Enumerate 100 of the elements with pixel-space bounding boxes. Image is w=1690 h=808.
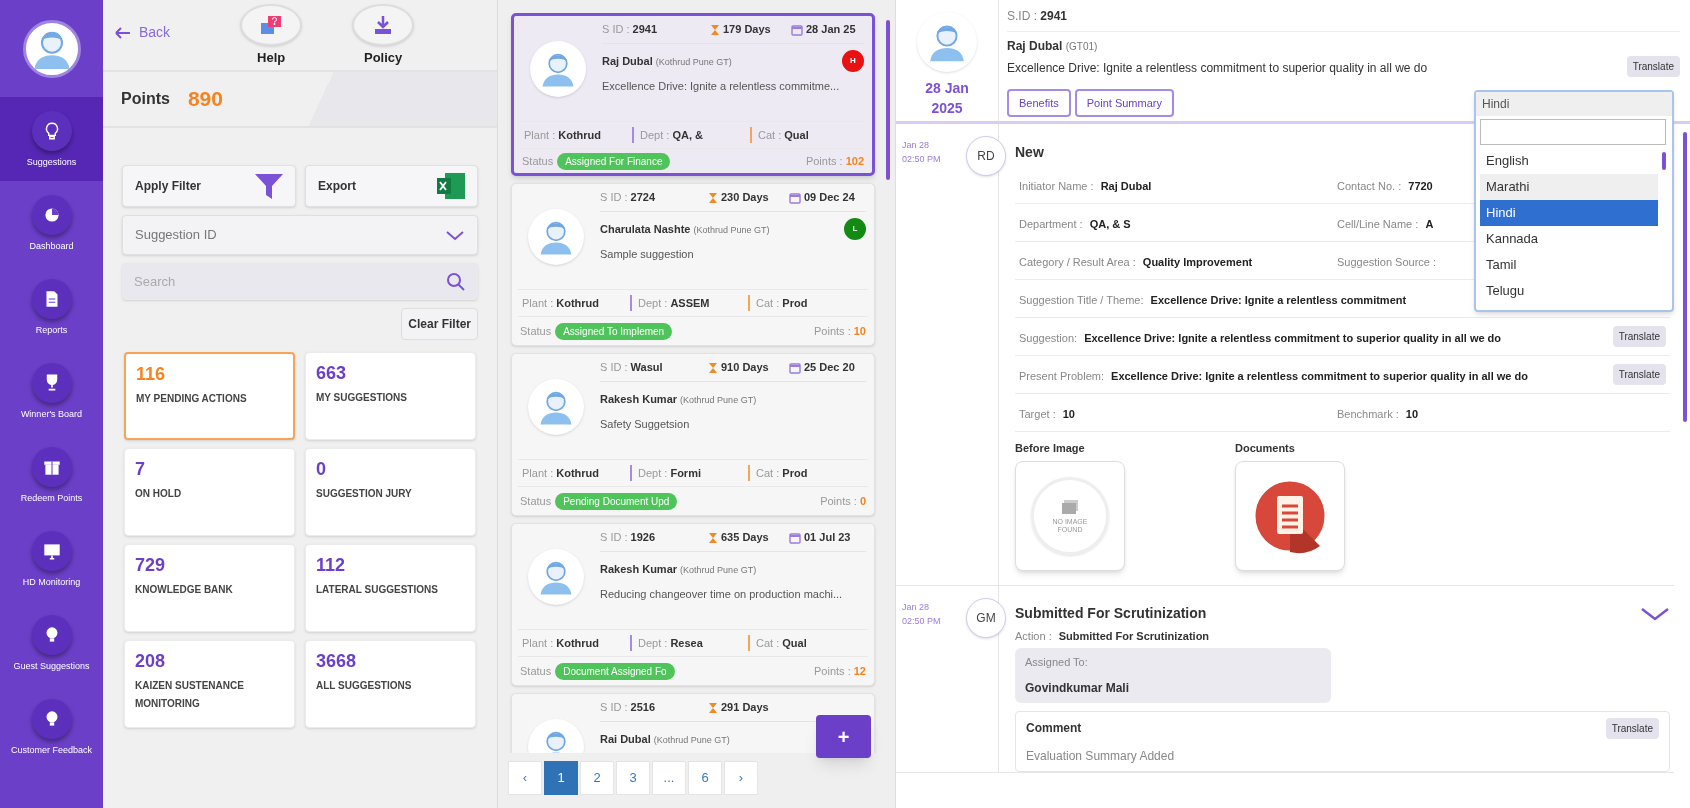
translate-button[interactable]: Translate [1605,717,1659,739]
status-label: Status [520,323,552,339]
add-button[interactable]: + [816,715,871,758]
priority-badge: L [844,218,866,240]
scrollbar-thumb[interactable] [886,20,890,180]
suggestion-id: S ID : 2516 [600,700,657,716]
translate-button[interactable]: Translate [1612,326,1666,347]
department-label: Dept : QA, & [632,126,750,144]
sidebar-item[interactable]: Guest Suggestions [0,601,103,685]
days-count: 230 Days [721,190,770,206]
tab-button[interactable]: Point Summary [1074,89,1174,117]
category-label: Cat : Qual [748,634,807,652]
suggestion-card[interactable]: S ID : 2724 230 Days 09 Dec 24 Charulata Nashte (Kothrud Pune GT) L Sample suggestion Plant : Kothrud Dept : ASSEM Cat : Prod Status Assigned To Implemen Points : 10 [511,183,875,346]
page-button[interactable]: 3 [616,761,650,795]
comment-text: Evaluation Summary Added [1026,747,1176,765]
entry-title: New [1015,142,1044,162]
suggestion-description: Reducing changeover time on production machi... [600,587,844,602]
language-dropdown[interactable]: Hindi English Marathi Hindi Kannada Tamil Telugu [1474,90,1674,312]
stat-tile[interactable]: 0 SUGGESTION JURY [305,448,476,536]
search-field[interactable]: Search [122,263,478,300]
language-option[interactable]: Kannada [1480,226,1658,252]
clear-filter-button[interactable]: Clear Filter [401,308,478,340]
suggestion-card[interactable]: S ID : Wasul 910 Days 25 Dec 20 Rakesh Kumar (Kothrud Pune GT) Safety Suggetsion Plant : Kothrud Dept : Formi Cat : Prod Status Pending Document Upd Points : 0 [511,353,875,516]
field-label: Contact No. : 7720 [1337,179,1433,192]
timestamp: Jan 28 02:50 PM [902,600,941,628]
sidebar-item[interactable]: Suggestions [0,97,103,181]
translate-button[interactable]: Translate [1612,364,1666,385]
language-option[interactable]: Telugu [1480,278,1658,304]
funnel-icon [253,171,283,201]
stat-tile[interactable]: 7 ON HOLD [124,448,295,536]
priority-badge: H [842,50,864,72]
initials-avatar: RD [966,136,1006,176]
document-thumbnail[interactable] [1235,460,1345,571]
stat-tile[interactable]: 116 MY PENDING ACTIONS [124,352,295,440]
stat-tile[interactable]: 729 KNOWLEDGE BANK [124,544,295,632]
page-button[interactable]: › [724,761,758,795]
sidebar-item[interactable]: Dashboard [0,181,103,265]
page-button[interactable]: 6 [688,761,722,795]
scrollbar-thumb[interactable] [1662,152,1666,170]
initials-avatar: GM [966,597,1006,638]
initiator-name: Raj Dubal (GT01) [1007,38,1099,55]
initiator-name: Raj Dubal (Kothrud Pune GT) [602,53,732,69]
plant-label: Plant : Kothrud [523,127,602,143]
language-option[interactable]: Tamil [1480,252,1658,278]
back-link[interactable]: Back [113,22,171,43]
field-label: Suggestion: Excellence Drive: Ignite a relentless commitment to superior quality in all we do [1019,331,1502,344]
stat-tile[interactable]: 208 KAIZEN SUSTENANCE MONITORING [124,640,295,728]
date-label: 01 Jul 23 [804,530,851,546]
page-button[interactable]: 2 [580,761,614,795]
page-button[interactable]: ‹ [508,761,542,795]
field-label: Department : QA, & S [1019,217,1131,230]
search-icon [446,272,466,292]
tab-button[interactable]: Benefits [1007,89,1071,117]
language-option[interactable]: Hindi [1480,200,1658,226]
initiator-name: Charulata Nashte (Kothrud Pune GT) [600,221,770,237]
calendar-icon [789,361,801,374]
sidebar-item[interactable]: Winner's Board [0,349,103,433]
points-label: Points : 102 [805,153,864,169]
hourglass-icon [708,191,718,204]
scrollbar-thumb[interactable] [1683,132,1687,422]
department-label: Dept : ASSEM [630,294,748,312]
category-label: Cat : Qual [750,126,809,144]
chevron-down-icon [1640,605,1670,622]
language-search-field[interactable] [1480,119,1666,145]
sidebar-item[interactable]: Reports [0,265,103,349]
apply-filter-button[interactable]: Apply Filter [122,165,296,207]
sidebar-item[interactable]: HD Monitoring [0,517,103,601]
status-pill: Assigned For Finance [557,152,671,170]
suggestion-card[interactable]: S ID : 1926 635 Days 01 Jul 23 Rakesh Kumar (Kothrud Pune GT) Reducing changeover time on production machi... Plant : Kothrud Dept : Resea Cat : Qual Status Document Assigned Fo Points : 12 [511,523,875,686]
export-button[interactable]: Export [305,165,478,207]
suggestion-id-dropdown[interactable]: Suggestion ID [122,215,478,255]
sidebar-item[interactable]: Customer Feedback [0,685,103,769]
points-label: Points : 10 [814,323,866,339]
stat-tile[interactable]: 112 LATERAL SUGGESTIONS [305,544,476,632]
plant-label: Plant : Kothrud [521,295,600,311]
stat-tile[interactable]: 3668 ALL SUGGESTIONS [305,640,476,728]
language-option[interactable]: Marathi [1480,174,1658,200]
suggestion-id: S ID : 2941 [602,22,659,38]
days-count: 291 Days [721,700,770,716]
field-label: Suggestion Title / Theme: Excellence Drive: Ignite a relentless commitment [1019,293,1407,306]
translate-button[interactable]: Translate [1626,56,1680,77]
page-button[interactable]: 1 [544,761,578,795]
entry-title: Submitted For Scrutinization [1015,604,1207,623]
comment-title: Comment [1026,720,1082,737]
field-label: Category / Result Area : Quality Improvement [1019,255,1253,268]
plant-label: Plant : Kothrud [521,465,600,481]
stat-tile[interactable]: 663 MY SUGGESTIONS [305,352,476,440]
suggestion-card[interactable]: S ID : 2941 179 Days 28 Jan 25 Raj Dubal (Kothrud Pune GT) H Excellence Drive: Ignite a relentless commitme... Plant : Kothrud Dept : QA, & Cat : Qual Status Assigned For Finance Points : 102 [511,13,875,176]
calendar-icon [789,191,801,204]
page-button[interactable]: ... [652,761,686,795]
points-label: Points : 0 [820,493,866,509]
timestamp: Jan 28 02:50 PM [902,139,941,166]
language-option[interactable]: English [1480,148,1658,174]
date-label: 28 Jan 2025 [925,79,969,118]
sidebar-item[interactable]: Redeem Points [0,433,103,517]
calendar-icon [791,23,803,36]
points-value: 890 [187,86,223,113]
calendar-icon [789,531,801,544]
suggestion-id: S ID : 2724 [600,190,657,206]
department-label: Dept : Resea [630,634,748,652]
